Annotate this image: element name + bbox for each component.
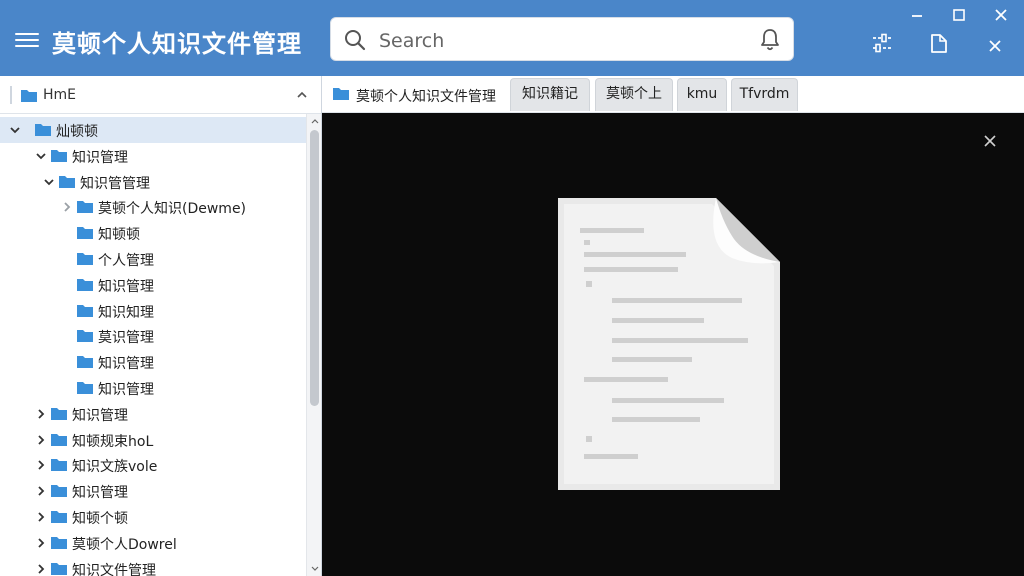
folder-icon xyxy=(51,485,67,498)
tree-row[interactable]: 知识管理 xyxy=(0,143,306,169)
chevron-right-icon[interactable] xyxy=(62,202,72,213)
tree-row-label: 莫识管理 xyxy=(98,330,154,347)
tree-row-label: 知识管理 xyxy=(72,407,128,424)
tree-row-label: 莫顿个人Dowrel xyxy=(72,536,177,553)
folder-icon xyxy=(77,278,93,291)
tree-row-label: 莫顿个人知识(Dewme) xyxy=(98,201,247,218)
folder-icon xyxy=(77,356,93,369)
close-icon[interactable] xyxy=(982,133,998,149)
folder-icon xyxy=(51,433,67,446)
tree-row[interactable]: 知识文族vole xyxy=(0,452,306,478)
tree-row-label: 知识管理 xyxy=(98,382,154,398)
tree-row-label: 知顿顿 xyxy=(98,227,140,244)
chevron-right-icon[interactable] xyxy=(36,460,46,471)
breadcrumb-label: 莫顿个人知识文件管理 xyxy=(356,89,496,105)
chevron-right-icon[interactable] xyxy=(36,563,46,574)
content-area: 莫顿个人知识文件管理 知识籍记 莫顿个上 kmu Tfvrdm xyxy=(322,76,1024,576)
folder-icon xyxy=(51,536,67,549)
tree-row[interactable]: 知识知理 xyxy=(0,298,306,324)
close-panel-icon[interactable] xyxy=(987,38,1003,54)
tab-3[interactable]: Tfvrdm xyxy=(731,78,798,111)
tree-row[interactable]: 莫顿个人知识(Dewme) xyxy=(0,194,306,220)
settings-sliders-icon[interactable] xyxy=(871,32,893,54)
tree-row-label: 知顿个顿 xyxy=(72,511,128,527)
tree-row-label: 知识管理 xyxy=(72,149,128,166)
chevron-right-icon[interactable] xyxy=(36,512,46,522)
folder-icon xyxy=(333,88,349,100)
folder-icon xyxy=(51,407,67,420)
folder-icon xyxy=(77,227,93,240)
chevron-down-icon[interactable] xyxy=(44,177,54,187)
tree-row[interactable]: 知识文件管理 xyxy=(0,556,306,576)
tree-row[interactable]: 知识管理 xyxy=(0,478,306,504)
tree-row-label: 知识管理 xyxy=(98,356,154,373)
tree-row[interactable]: 知顿顿 xyxy=(0,220,306,246)
tab-bar: 莫顿个人知识文件管理 知识籍记 莫顿个上 kmu Tfvrdm xyxy=(322,76,1024,113)
folder-icon xyxy=(59,175,75,188)
folder-icon xyxy=(77,253,93,265)
sidebar-scrollbar[interactable] xyxy=(306,114,321,576)
close-window-icon[interactable] xyxy=(993,7,1009,23)
hamburger-menu-icon[interactable] xyxy=(15,30,39,50)
tree-row[interactable]: 知顿规束hoL xyxy=(0,427,306,453)
clipboard-icon[interactable] xyxy=(929,32,949,54)
folder-icon xyxy=(35,124,51,136)
title-bar: 莫顿个人知识文件管理 xyxy=(0,0,1024,76)
chevron-down-icon[interactable] xyxy=(36,151,46,161)
maximize-icon[interactable] xyxy=(951,7,967,23)
search-icon xyxy=(345,30,366,51)
chevron-down-icon[interactable] xyxy=(10,125,20,135)
tab-0[interactable]: 知识籍记 xyxy=(510,78,590,111)
scroll-down-icon[interactable] xyxy=(310,565,320,573)
search-box[interactable] xyxy=(330,17,794,61)
tree-row[interactable]: 个人管理 xyxy=(0,246,306,272)
app-title: 莫顿个人知识文件管理 xyxy=(52,30,302,58)
chevron-right-icon[interactable] xyxy=(36,434,46,445)
folder-icon xyxy=(77,304,93,317)
chevron-right-icon[interactable] xyxy=(36,486,46,496)
tree-row[interactable]: 知识管理 xyxy=(0,272,306,298)
tab-2[interactable]: kmu xyxy=(677,78,727,111)
chevron-right-icon[interactable] xyxy=(36,409,46,419)
tree-row-label: 知识管管理 xyxy=(80,175,150,192)
tree-row[interactable]: 莫顿个人Dowrel xyxy=(0,530,306,556)
folder-icon xyxy=(77,330,93,343)
tree-row-label: 知识知理 xyxy=(98,304,154,321)
folder-icon xyxy=(51,511,67,523)
folder-icon xyxy=(51,459,67,472)
tree-row[interactable]: 知识管管理 xyxy=(0,169,306,195)
minimize-icon[interactable] xyxy=(909,8,925,24)
search-input[interactable] xyxy=(377,26,741,56)
sidebar: HmE 灿顿顿 知识管理 知识管管理 莫顿个人知识(Dewme) 知顿顿 个人管理 知识管理… xyxy=(0,76,322,576)
scroll-up-icon[interactable] xyxy=(310,117,320,125)
sidebar-header-label: HmE xyxy=(43,87,77,103)
tree-row-label: 知识文件管理 xyxy=(72,562,156,576)
folder-icon xyxy=(21,90,37,102)
tree-row-label: 知识文族vole xyxy=(72,459,158,476)
tree-row[interactable]: 知顿个顿 xyxy=(0,504,306,530)
divider xyxy=(10,86,12,104)
chevron-right-icon[interactable] xyxy=(36,538,46,548)
tree-row-label: 灿顿顿 xyxy=(56,124,98,140)
scrollbar-thumb[interactable] xyxy=(310,130,319,406)
tree-row-label: 知顿规束hoL xyxy=(72,433,154,450)
tab-1[interactable]: 莫顿个上 xyxy=(595,78,673,111)
tree-row[interactable]: 知识管理 xyxy=(0,349,306,375)
sidebar-header: HmE xyxy=(0,76,321,114)
tree-row[interactable]: 灿顿顿 xyxy=(0,117,306,143)
folder-icon xyxy=(77,201,93,214)
tree-row[interactable]: 知识管理 xyxy=(0,375,306,401)
bell-icon[interactable] xyxy=(759,28,781,52)
document-icon xyxy=(558,198,780,490)
chevron-up-icon[interactable] xyxy=(296,90,308,100)
folder-icon xyxy=(51,562,67,575)
tree-row[interactable]: 知识管理 xyxy=(0,401,306,427)
tree-row-label: 知识管理 xyxy=(98,278,154,295)
preview-viewer xyxy=(322,113,1024,576)
tree-row[interactable]: 莫识管理 xyxy=(0,323,306,349)
folder-icon xyxy=(51,149,67,162)
folder-icon xyxy=(77,382,93,394)
tree-row-label: 个人管理 xyxy=(98,253,154,269)
tree-row-label: 知识管理 xyxy=(72,485,128,502)
